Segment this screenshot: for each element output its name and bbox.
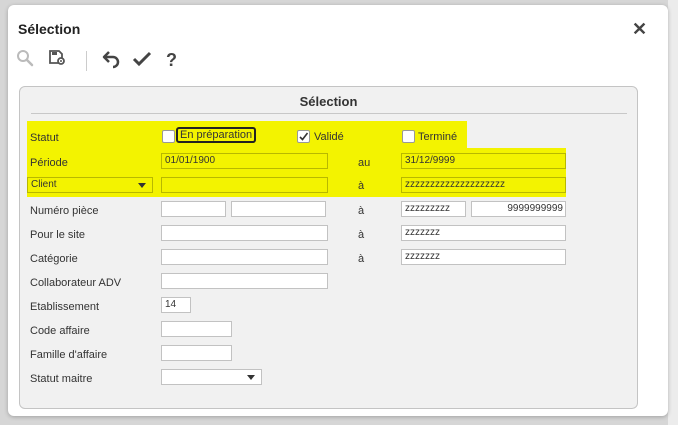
search-icon[interactable]: [16, 49, 38, 71]
client-to-input[interactable]: zzzzzzzzzzzzzzzzzzzz: [401, 177, 566, 193]
settings-icon[interactable]: [48, 49, 70, 71]
checkbox-valide[interactable]: [297, 130, 310, 143]
periode-label: Période: [30, 157, 68, 169]
numero-piece-to-b[interactable]: 9999999999: [471, 201, 566, 217]
etablissement-input[interactable]: 14: [161, 297, 191, 313]
famille-affaire-input[interactable]: [161, 345, 232, 361]
collaborateur-input[interactable]: [161, 273, 328, 289]
client-select[interactable]: Client: [27, 177, 153, 193]
numero-piece-label: Numéro pièce: [30, 205, 99, 217]
toolbar-separator: [86, 51, 87, 71]
client-from-input[interactable]: [161, 177, 328, 193]
valide-label: Validé: [314, 131, 344, 143]
undo-icon[interactable]: [102, 49, 124, 71]
selection-panel: Sélection Statut En préparation Validé T…: [19, 86, 638, 409]
categorie-to-label: à: [358, 253, 365, 265]
numero-piece-from-b[interactable]: [231, 201, 326, 217]
periode-from-input[interactable]: 01/01/1900: [161, 153, 328, 169]
check-icon[interactable]: [132, 49, 154, 71]
termine-label: Terminé: [418, 131, 458, 143]
selection-dialog: Sélection ✕ ? Sélection Statut En prépar…: [8, 5, 668, 416]
periode-to-input[interactable]: 31/12/9999: [401, 153, 566, 169]
numero-piece-to-label: à: [358, 205, 365, 217]
dialog-title: Sélection: [18, 21, 81, 37]
statut-maitre-select[interactable]: [161, 369, 262, 385]
code-affaire-input[interactable]: [161, 321, 232, 337]
site-to-input[interactable]: zzzzzzz: [401, 225, 566, 241]
statut-maitre-label: Statut maitre: [30, 373, 93, 385]
site-label: Pour le site: [30, 229, 86, 241]
famille-affaire-label: Famille d'affaire: [30, 349, 108, 361]
panel-title: Sélection: [299, 94, 358, 109]
categorie-label: Catégorie: [30, 253, 78, 265]
en-preparation-label[interactable]: En préparation: [176, 127, 257, 143]
checkmark-icon: [299, 132, 309, 141]
code-affaire-label: Code affaire: [30, 325, 90, 337]
background-window: [668, 0, 678, 425]
numero-piece-to-a[interactable]: zzzzzzzzz: [401, 201, 466, 217]
checkbox-termine[interactable]: [402, 130, 415, 143]
site-to-label: à: [358, 229, 365, 241]
categorie-from-input[interactable]: [161, 249, 328, 265]
chevron-down-icon: [247, 375, 255, 380]
numero-piece-from-a[interactable]: [161, 201, 226, 217]
collaborateur-label: Collaborateur ADV: [30, 277, 122, 289]
help-icon[interactable]: ?: [166, 49, 188, 71]
close-button[interactable]: ✕: [632, 19, 647, 39]
status-label: Statut: [30, 132, 59, 144]
categorie-to-input[interactable]: zzzzzzz: [401, 249, 566, 265]
chevron-down-icon: [138, 183, 146, 188]
etablissement-label: Etablissement: [30, 301, 100, 313]
site-from-input[interactable]: [161, 225, 328, 241]
checkbox-en-preparation[interactable]: [162, 130, 175, 143]
periode-to-label: au: [358, 157, 371, 169]
client-select-value: Client: [31, 179, 57, 190]
panel-divider: [31, 113, 627, 114]
client-to-label: à: [358, 180, 365, 192]
